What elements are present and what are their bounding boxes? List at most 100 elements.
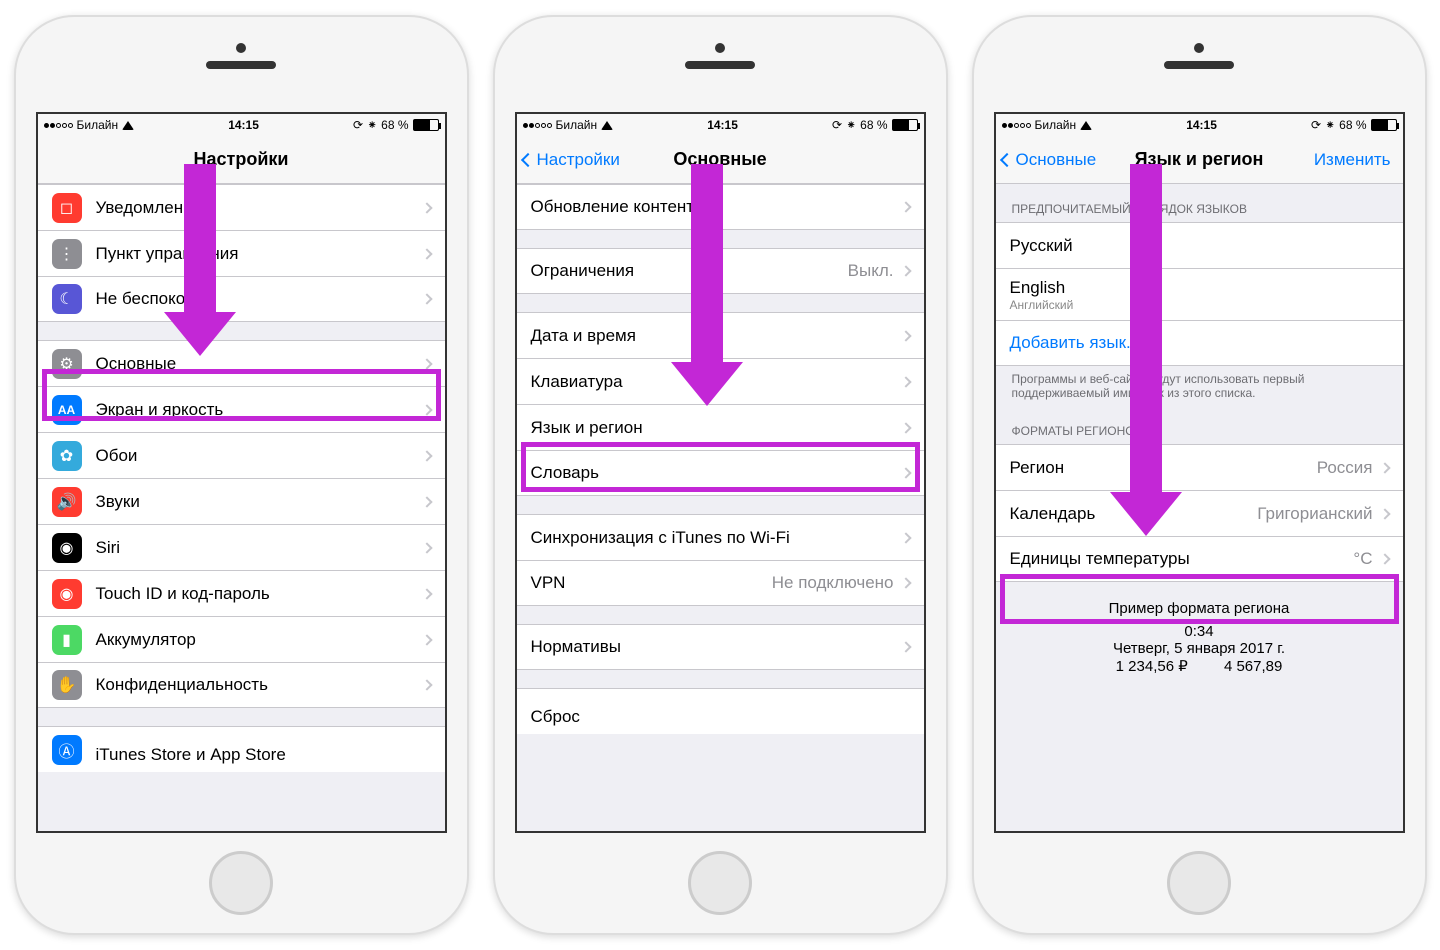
row-label: Добавить язык...	[1010, 333, 1389, 353]
chevron-right-icon	[421, 450, 432, 461]
row-touchid[interactable]: ◉ Touch ID и код-пароль	[38, 570, 445, 616]
row-wallpaper[interactable]: ✿ Обои	[38, 432, 445, 478]
row-label: Пункт управления	[96, 244, 423, 264]
row-label: Русский	[1010, 236, 1389, 256]
battery-icon	[413, 119, 439, 131]
orientation-lock-icon: ⟳	[353, 118, 363, 132]
battery-icon	[1371, 119, 1397, 131]
row-region[interactable]: Регион Россия	[996, 444, 1403, 490]
chevron-right-icon	[421, 634, 432, 645]
chevron-right-icon	[421, 358, 432, 369]
row-add-language[interactable]: Добавить язык...	[996, 320, 1403, 366]
back-button[interactable]: Настройки	[523, 136, 620, 183]
row-label: Уведомления	[96, 198, 423, 218]
screen-language-region: Билайн 14:15 ⟳ ⁕ 68 % Основные Язык и ре…	[994, 112, 1405, 833]
row-battery[interactable]: ▮ Аккумулятор	[38, 616, 445, 662]
row-reset[interactable]: Сброс	[517, 688, 924, 734]
row-control-center[interactable]: ⋮ Пункт управления	[38, 230, 445, 276]
row-temperature-units[interactable]: Единицы температуры °C	[996, 536, 1403, 582]
signal-icon	[523, 123, 552, 128]
back-label: Основные	[1016, 150, 1097, 170]
row-label: Обои	[96, 446, 423, 466]
edit-button[interactable]: Изменить	[1314, 136, 1391, 183]
row-sounds[interactable]: 🔊 Звуки	[38, 478, 445, 524]
row-value: Россия	[1317, 458, 1373, 478]
row-label: Звуки	[96, 492, 423, 512]
example-time: 0:34	[1006, 623, 1393, 640]
row-label: Экран и яркость	[96, 400, 423, 420]
row-itunes[interactable]: Ⓐ iTunes Store и App Store	[38, 726, 445, 772]
status-bar: Билайн 14:15 ⟳ ⁕ 68 %	[38, 114, 445, 136]
chevron-right-icon	[1379, 553, 1390, 564]
status-time: 14:15	[707, 118, 738, 132]
chevron-right-icon	[900, 265, 911, 276]
fingerprint-icon: ◉	[52, 579, 82, 609]
home-button[interactable]	[688, 851, 752, 915]
row-datetime[interactable]: Дата и время	[517, 312, 924, 358]
row-label: Ограничения	[531, 261, 848, 281]
row-do-not-disturb[interactable]: ☾ Не беспокоить	[38, 276, 445, 322]
back-button[interactable]: Основные	[1002, 136, 1097, 183]
bluetooth-icon: ⁕	[1325, 118, 1335, 132]
chevron-right-icon	[421, 293, 432, 304]
phone-speaker	[1164, 61, 1234, 69]
chevron-right-icon	[1379, 462, 1390, 473]
notifications-icon: ◻	[52, 193, 82, 223]
row-label: Синхронизация с iTunes по Wi-Fi	[531, 528, 902, 548]
chevron-right-icon	[900, 532, 911, 543]
chevron-right-icon	[421, 542, 432, 553]
battery-percent: 68 %	[860, 118, 887, 132]
status-bar: Билайн 14:15 ⟳ ⁕ 68 %	[517, 114, 924, 136]
chevron-right-icon	[421, 496, 432, 507]
row-language-region[interactable]: Язык и регион	[517, 404, 924, 450]
row-keyboard[interactable]: Клавиатура	[517, 358, 924, 404]
row-lang-english[interactable]: English Английский	[996, 268, 1403, 320]
row-privacy[interactable]: ✋ Конфиденциальность	[38, 662, 445, 708]
row-content-refresh[interactable]: Обновление контента	[517, 184, 924, 230]
row-vpn[interactable]: VPN Не подключено	[517, 560, 924, 606]
row-value: Не подключено	[772, 573, 894, 593]
row-value: °C	[1353, 549, 1372, 569]
carrier-label: Билайн	[1035, 118, 1077, 132]
row-label: Touch ID и код-пароль	[96, 584, 423, 604]
row-label: Нормативы	[531, 637, 902, 657]
phone-camera	[715, 43, 725, 53]
phone-speaker	[206, 61, 276, 69]
row-display[interactable]: AA Экран и яркость	[38, 386, 445, 432]
row-dictionary[interactable]: Словарь	[517, 450, 924, 496]
home-button[interactable]	[209, 851, 273, 915]
screen-general: Билайн 14:15 ⟳ ⁕ 68 % Настройки Основные…	[515, 112, 926, 833]
nav-bar: Настройки Основные	[517, 136, 924, 184]
chevron-right-icon	[421, 679, 432, 690]
row-itunes-wifi[interactable]: Синхронизация с iTunes по Wi-Fi	[517, 514, 924, 560]
wifi-icon	[122, 121, 134, 130]
row-label: Дата и время	[531, 326, 902, 346]
row-label: Словарь	[531, 463, 902, 483]
row-restrictions[interactable]: Ограничения Выкл.	[517, 248, 924, 294]
speaker-icon: 🔊	[52, 487, 82, 517]
row-siri[interactable]: ◉ Siri	[38, 524, 445, 570]
phone-camera	[236, 43, 246, 53]
row-general[interactable]: ⚙ Основные	[38, 340, 445, 386]
section-footer-languages: Программы и веб-сайты будут использовать…	[996, 366, 1403, 406]
row-label: VPN	[531, 573, 772, 593]
status-time: 14:15	[228, 118, 259, 132]
row-lang-russian[interactable]: Русский	[996, 222, 1403, 268]
chevron-right-icon	[900, 641, 911, 652]
row-regulatory[interactable]: Нормативы	[517, 624, 924, 670]
region-format-example: Пример формата региона 0:34 Четверг, 5 я…	[996, 582, 1403, 693]
lang-name: English	[1010, 278, 1066, 297]
row-label: iTunes Store и App Store	[96, 735, 431, 765]
bluetooth-icon: ⁕	[846, 118, 856, 132]
row-calendar[interactable]: Календарь Григорианский	[996, 490, 1403, 536]
row-label: Конфиденциальность	[96, 675, 423, 695]
chevron-right-icon	[421, 588, 432, 599]
battery-percent: 68 %	[381, 118, 408, 132]
control-center-icon: ⋮	[52, 239, 82, 269]
battery-percent: 68 %	[1339, 118, 1366, 132]
nav-title: Язык и регион	[1135, 149, 1264, 170]
phone-speaker	[685, 61, 755, 69]
home-button[interactable]	[1167, 851, 1231, 915]
edit-label: Изменить	[1314, 150, 1391, 170]
row-notifications[interactable]: ◻ Уведомления	[38, 184, 445, 230]
